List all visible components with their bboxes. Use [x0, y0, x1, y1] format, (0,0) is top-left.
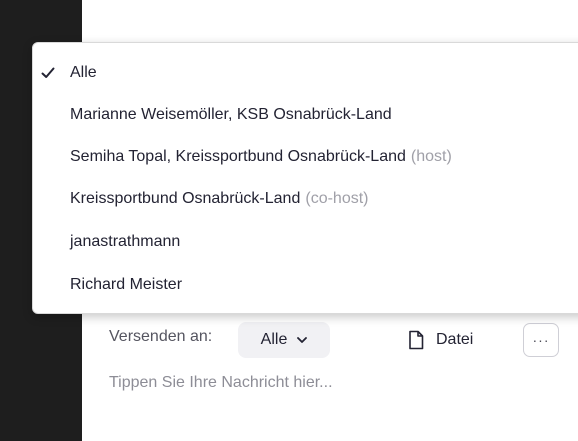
send-to-label: Versenden an: — [109, 328, 213, 345]
menu-item-role: (co-host) — [305, 190, 369, 207]
menu-item-participant[interactable]: janastrathmann — [33, 222, 578, 262]
message-input[interactable] — [109, 366, 549, 400]
chevron-down-icon — [297, 336, 308, 343]
checkmark-icon — [41, 67, 55, 78]
menu-item-label: Alle — [70, 64, 97, 81]
recipient-dropdown-menu: Alle Marianne Weisemöller, KSB Osnabrück… — [32, 42, 578, 314]
more-icon: ··· — [532, 332, 550, 348]
menu-item-label: janastrathmann — [70, 233, 181, 250]
file-icon — [409, 330, 424, 350]
file-button-label: Datei — [436, 331, 474, 348]
menu-item-role: (host) — [410, 148, 452, 165]
menu-item-participant[interactable]: Richard Meister — [33, 265, 578, 305]
recipient-select[interactable]: Alle — [238, 322, 330, 358]
menu-item-label-wrap: Semiha Topal, Kreissportbund Osnabrück-L… — [70, 148, 452, 166]
menu-item-label: Marianne Weisemöller, KSB Osnabrück-Land — [70, 106, 392, 123]
menu-item-label: Semiha Topal, Kreissportbund Osnabrück-L… — [70, 148, 406, 165]
menu-item-label: Kreissportbund Osnabrück-Land — [70, 190, 301, 207]
recipient-select-value: Alle — [260, 331, 288, 348]
menu-item-participant[interactable]: Semiha Topal, Kreissportbund Osnabrück-L… — [33, 137, 578, 177]
menu-item-alle[interactable]: Alle — [33, 53, 578, 93]
more-options-button[interactable]: ··· — [523, 323, 559, 357]
menu-item-participant[interactable]: Kreissportbund Osnabrück-Land (co-host) — [33, 179, 578, 219]
menu-item-participant[interactable]: Marianne Weisemöller, KSB Osnabrück-Land — [33, 95, 578, 135]
menu-item-label-wrap: Kreissportbund Osnabrück-Land (co-host) — [70, 190, 368, 208]
menu-item-label: Richard Meister — [70, 276, 183, 293]
file-button[interactable]: Datei — [408, 326, 473, 354]
